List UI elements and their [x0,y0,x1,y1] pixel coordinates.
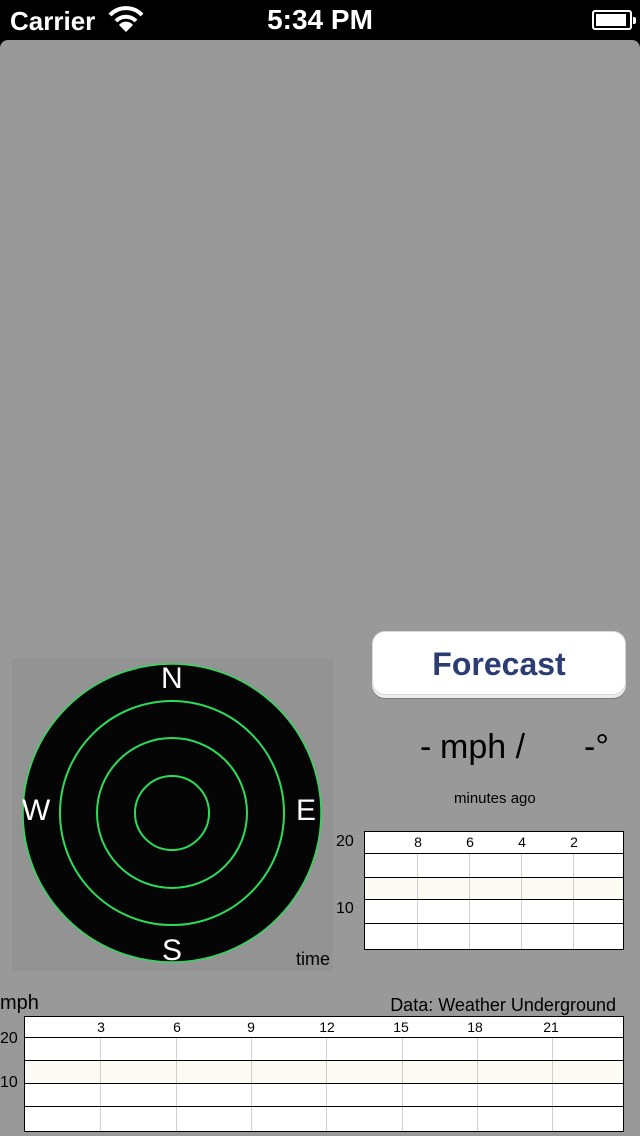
minutes-ago-label: minutes ago [454,790,536,807]
forecast-x-tick: 12 [319,1019,335,1035]
forecast-chart-gridline-vertical [251,1038,252,1131]
forecast-x-tick: 18 [467,1019,483,1035]
forecast-chart-gridline-horizontal [25,1083,623,1084]
compass-south-label: S [162,934,183,967]
battery-icon [592,10,636,30]
compass-outer-ring [22,663,322,963]
app-screen: N S E W time Forecast - mph / -° minutes… [0,40,640,1136]
forecast-x-tick: 15 [393,1019,409,1035]
wind-speed-value: - [420,728,432,766]
recent-chart-gridline-horizontal [365,877,623,878]
forecast-chart-gridline-vertical [477,1038,478,1131]
recent-x-tick: 8 [414,834,422,850]
forecast-unit-label: mph [0,992,39,1014]
recent-chart-shaded-band [365,878,623,899]
forecast-chart-shaded-band [25,1061,623,1083]
recent-x-tick: 4 [518,834,526,850]
recent-wind-chart: 8 6 4 2 [364,831,624,950]
recent-chart-gridline-horizontal [365,899,623,900]
clock-time: 5:34 PM [267,4,373,35]
recent-chart-gridline-horizontal [365,853,623,854]
forecast-y-tick-20: 20 [0,1030,18,1047]
forecast-chart-gridline-vertical [552,1038,553,1131]
compass-north-label: N [161,662,183,695]
recent-x-tick: 6 [466,834,474,850]
forecast-chart-gridline-vertical [326,1038,327,1131]
forecast-button[interactable]: Forecast [372,631,626,695]
forecast-x-tick: 6 [173,1019,181,1035]
time-axis-label: time [296,949,331,969]
recent-chart-gridline-vertical [521,853,522,949]
recent-y-tick-20: 20 [336,833,354,850]
forecast-chart-gridline-vertical [402,1038,403,1131]
compass-west-label: W [22,794,51,827]
forecast-x-tick: 21 [543,1019,559,1035]
wind-direction-value: -° [584,728,609,766]
data-source-label: Data: Weather Underground [390,995,616,1015]
forecast-wind-chart: 3 6 9 12 15 18 21 [24,1016,624,1132]
forecast-chart-gridline-horizontal [25,1106,623,1107]
battery-level [596,14,627,26]
recent-chart-gridline-horizontal [365,923,623,924]
forecast-chart-gridline-horizontal [25,1037,623,1038]
recent-x-tick: 2 [570,834,578,850]
forecast-chart-gridline-vertical [176,1038,177,1131]
recent-chart-gridline-vertical [417,853,418,949]
forecast-chart-gridline-vertical [100,1038,101,1131]
forecast-x-tick: 9 [247,1019,255,1035]
wind-compass [22,663,322,963]
status-bar: Carrier 5:34 PM [0,0,640,40]
compass-east-label: E [296,794,317,827]
forecast-chart-gridline-horizontal [25,1060,623,1061]
wind-speed-unit: mph / [440,728,526,766]
forecast-x-tick: 3 [97,1019,105,1035]
recent-chart-gridline-vertical [573,853,574,949]
recent-chart-gridline-vertical [469,853,470,949]
recent-y-tick-10: 10 [336,900,354,917]
forecast-y-tick-10: 10 [0,1074,18,1091]
